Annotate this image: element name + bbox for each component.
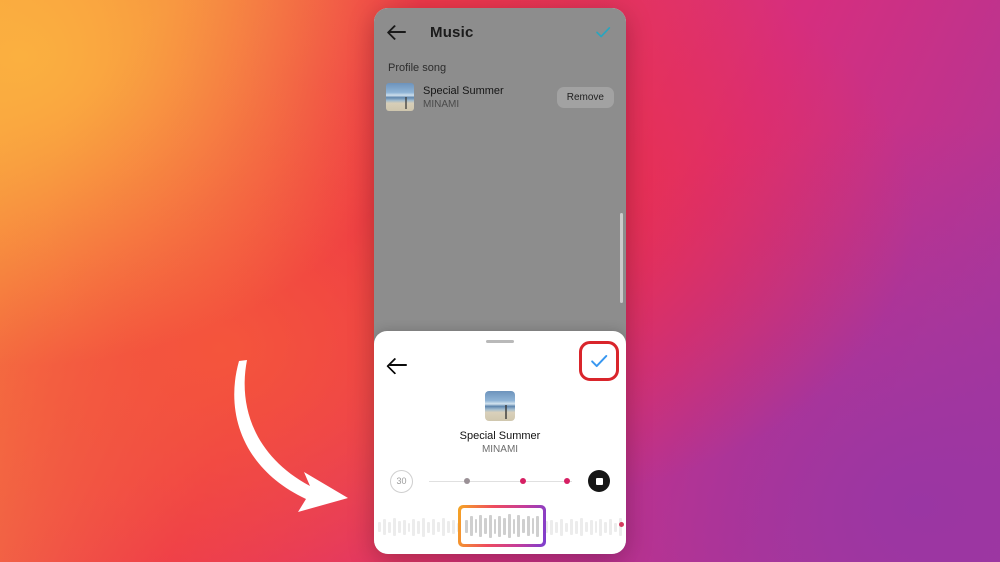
waveform-bar-selected: [522, 519, 525, 533]
sheet-header: [374, 341, 626, 387]
song-artist: MINAMI: [423, 98, 460, 110]
waveform-bar: [614, 522, 618, 532]
music-screen-topbar: Music: [374, 8, 626, 56]
waveform-bar-selected: [469, 516, 473, 536]
waveform-bar-selected: [531, 518, 535, 534]
waveform-selection[interactable]: [458, 505, 546, 547]
duration-selector[interactable]: 30: [390, 469, 413, 493]
waveform-bar-selected: [498, 515, 501, 537]
page-title: Music: [430, 23, 474, 41]
profile-song-row[interactable]: Special Summer MINAMI Remove: [374, 74, 626, 120]
waveform-bar-selected: [536, 515, 539, 537]
back-arrow-icon[interactable]: [388, 355, 409, 376]
waveform-bar: [619, 518, 623, 536]
waveform-bar: [599, 518, 603, 536]
stop-button[interactable]: [588, 470, 610, 492]
phone-frame: Music Profile song Special Summer MINAMI…: [374, 8, 626, 554]
waveform-bar: [584, 522, 588, 532]
waveform-bar-selected: [493, 518, 497, 534]
song-meta: Special Summer MINAMI: [423, 84, 548, 111]
waveform-bar-selected: [512, 518, 516, 534]
check-icon: [591, 354, 608, 368]
waveform-bar: [594, 521, 598, 533]
waveform-bar: [407, 522, 411, 532]
back-arrow-icon[interactable]: [388, 22, 408, 42]
check-icon[interactable]: [594, 23, 612, 41]
waveform-bar: [437, 522, 440, 532]
waveform-bar: [579, 518, 583, 536]
waveform-bar: [402, 519, 406, 535]
playback-controls: 30: [374, 465, 626, 497]
waveform-bar: [378, 522, 381, 532]
waveform-bar: [412, 518, 416, 536]
remove-song-button[interactable]: Remove: [556, 86, 614, 108]
album-art: [485, 391, 515, 421]
waveform-bar: [555, 521, 559, 533]
waveform-selection-bars: [461, 508, 543, 544]
waveform-bar: [392, 518, 396, 536]
waveform-bar: [417, 520, 421, 534]
seek-line: [429, 480, 572, 482]
waveform-bar-selected: [479, 515, 482, 537]
waveform-bar: [427, 521, 431, 533]
waveform-bar-selected: [503, 517, 506, 535]
screenshot-root: Music Profile song Special Summer MINAMI…: [0, 0, 1000, 562]
waveform-bar: [569, 519, 573, 535]
waveform-bar: [441, 518, 445, 536]
waveform-bar: [451, 520, 455, 534]
seek-dot[interactable]: [520, 478, 527, 484]
waveform-bar: [589, 519, 593, 535]
waveform-bar: [382, 519, 386, 535]
confirm-button[interactable]: [579, 341, 619, 381]
waveform-bar-selected: [507, 514, 511, 538]
now-playing-block: Special Summer MINAMI: [374, 391, 626, 456]
annotation-arrow-icon: [234, 360, 348, 512]
waveform-bar: [432, 519, 436, 535]
now-playing-title: Special Summer: [459, 430, 541, 442]
waveform-bar: [609, 519, 613, 535]
seek-track[interactable]: [425, 470, 576, 493]
waveform-scrubber[interactable]: [374, 505, 626, 549]
waveform-bar: [422, 517, 426, 537]
waveform-bar: [446, 521, 450, 533]
waveform-bar: [550, 519, 554, 535]
waveform-bar: [574, 520, 578, 534]
now-playing-artist: MINAMI: [481, 444, 519, 455]
waveform-end-marker: [619, 522, 624, 527]
waveform-bar-selected: [488, 514, 492, 538]
waveform-bar-selected: [465, 519, 468, 533]
waveform-bar-selected: [517, 515, 520, 537]
stop-square-icon: [595, 477, 603, 485]
waveform-bar: [560, 518, 564, 536]
seek-dot[interactable]: [563, 478, 570, 484]
section-label: Profile song: [388, 62, 447, 74]
song-title: Special Summer: [423, 84, 504, 97]
song-editor-sheet: Special Summer MINAMI 30: [374, 331, 626, 554]
waveform-bar: [604, 521, 608, 533]
album-art-thumbnail: [386, 83, 414, 111]
waveform-bar-selected: [484, 518, 487, 534]
waveform-bar-selected: [526, 516, 530, 536]
scrollbar[interactable]: [620, 213, 623, 303]
seek-dot[interactable]: [464, 478, 471, 484]
waveform-bar: [397, 521, 401, 533]
waveform-bar: [565, 522, 568, 532]
waveform-bar: [387, 521, 391, 533]
waveform-bar-selected: [474, 519, 478, 533]
